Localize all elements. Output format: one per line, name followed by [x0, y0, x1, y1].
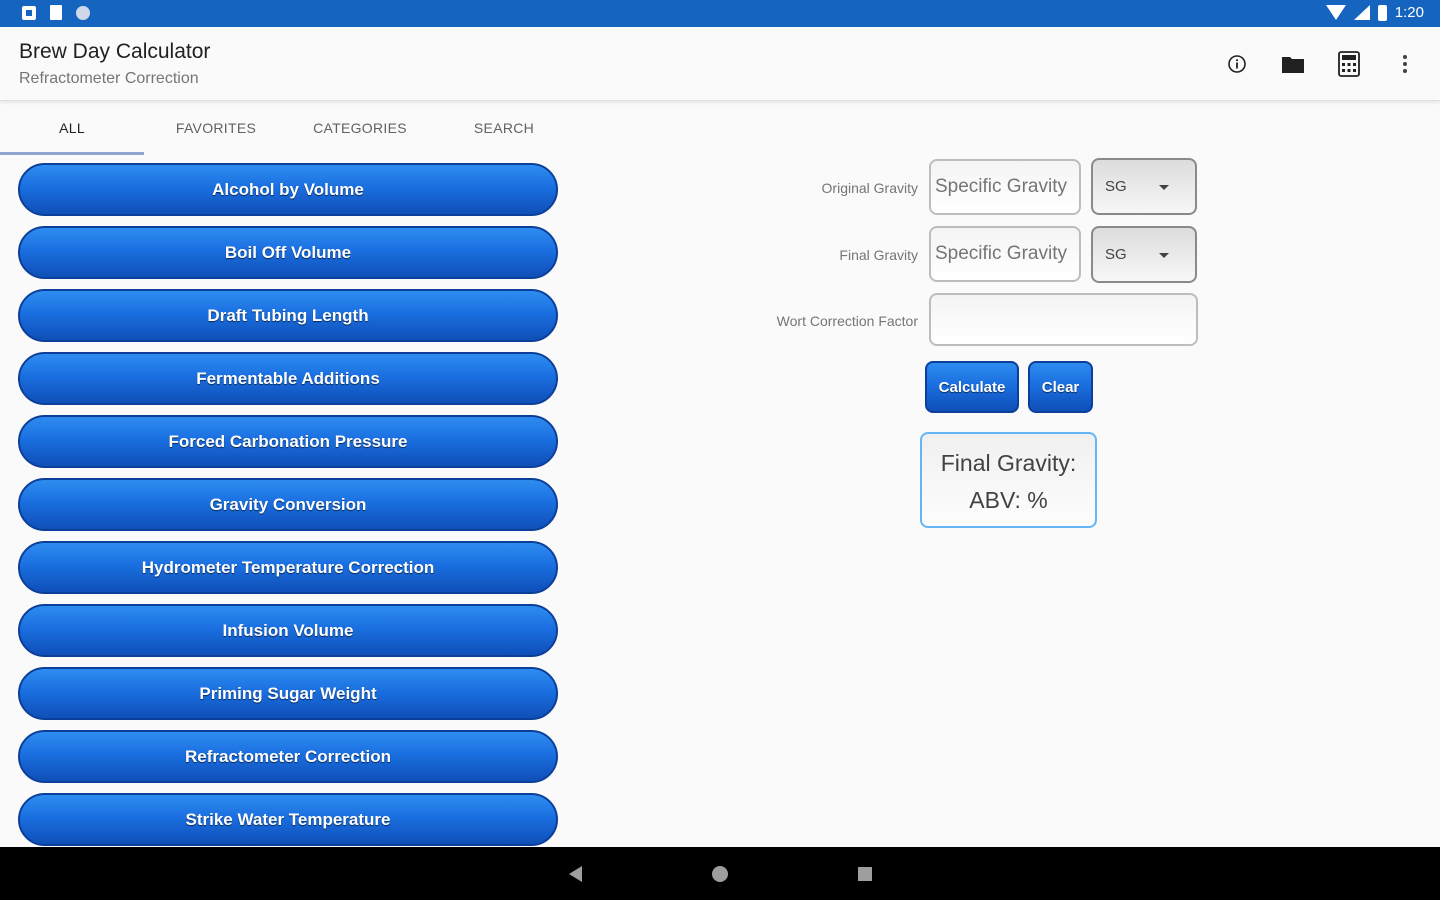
clear-button[interactable]: Clear — [1028, 361, 1093, 413]
wifi-icon — [1325, 5, 1346, 20]
app-bar: Brew Day Calculator Refractometer Correc… — [0, 27, 1440, 101]
app-bar-actions — [1224, 51, 1418, 77]
calc-button-gravity-conversion[interactable]: Gravity Conversion — [18, 478, 558, 531]
system-nav-bar — [0, 847, 1440, 900]
nav-recents-icon[interactable] — [858, 867, 872, 881]
original-gravity-label: Original Gravity — [821, 180, 918, 196]
result-panel: Final Gravity: ABV: % — [920, 432, 1097, 528]
final-gravity-label: Final Gravity — [839, 247, 918, 263]
folder-icon[interactable] — [1280, 51, 1306, 77]
calc-button-priming-sugar-weight[interactable]: Priming Sugar Weight — [18, 667, 558, 720]
calculator-icon[interactable] — [1336, 51, 1362, 77]
calc-button-refractometer-correction[interactable]: Refractometer Correction — [18, 730, 558, 783]
calculate-button[interactable]: Calculate — [925, 361, 1019, 413]
dropdown-caret-icon — [1159, 253, 1169, 258]
app-title: Brew Day Calculator — [19, 40, 211, 63]
calc-button-fermentable-additions[interactable]: Fermentable Additions — [18, 352, 558, 405]
result-abv: ABV: % — [969, 487, 1048, 513]
tab-all[interactable]: ALL — [0, 101, 144, 155]
calc-button-hydrometer-temperature-correction[interactable]: Hydrometer Temperature Correction — [18, 541, 558, 594]
original-gravity-unit-value: SG — [1105, 178, 1127, 195]
notification-doc-icon — [50, 5, 62, 20]
notification-app-icon — [22, 5, 36, 20]
dropdown-caret-icon — [1159, 185, 1169, 190]
tab-search[interactable]: SEARCH — [432, 101, 576, 155]
nav-home-icon[interactable] — [712, 866, 728, 882]
calculator-list[interactable]: Alcohol by Volume Boil Off Volume Draft … — [18, 163, 558, 847]
battery-icon — [1377, 4, 1387, 21]
calc-button-alcohol-by-volume[interactable]: Alcohol by Volume — [18, 163, 558, 216]
more-vert-icon[interactable] — [1392, 51, 1418, 77]
nav-back-icon[interactable] — [569, 866, 582, 882]
wort-correction-label: Wort Correction Factor — [776, 313, 918, 329]
tab-categories[interactable]: CATEGORIES — [288, 101, 432, 155]
notification-sync-icon — [76, 5, 90, 20]
final-gravity-input[interactable] — [929, 226, 1081, 282]
final-gravity-unit-select[interactable]: SG — [1091, 226, 1197, 283]
notification-icons — [22, 5, 90, 20]
system-icons: 1:20 — [1325, 4, 1424, 21]
cell-signal-icon — [1353, 5, 1370, 20]
original-gravity-unit-select[interactable]: SG — [1091, 158, 1197, 215]
result-final-gravity: Final Gravity: — [940, 450, 1077, 476]
wort-correction-input[interactable] — [929, 293, 1198, 346]
calc-button-strike-water-temperature[interactable]: Strike Water Temperature — [18, 793, 558, 846]
status-time: 1:20 — [1394, 4, 1424, 21]
info-icon[interactable] — [1224, 51, 1250, 77]
tab-bar: ALL FAVORITES CATEGORIES SEARCH — [0, 101, 576, 155]
status-bar: 1:20 — [0, 0, 1440, 27]
calc-button-draft-tubing-length[interactable]: Draft Tubing Length — [18, 289, 558, 342]
calc-button-infusion-volume[interactable]: Infusion Volume — [18, 604, 558, 657]
final-gravity-unit-value: SG — [1105, 246, 1127, 263]
calc-button-boil-off-volume[interactable]: Boil Off Volume — [18, 226, 558, 279]
app-subtitle: Refractometer Correction — [19, 70, 199, 87]
calc-button-forced-carbonation-pressure[interactable]: Forced Carbonation Pressure — [18, 415, 558, 468]
tab-favorites[interactable]: FAVORITES — [144, 101, 288, 155]
original-gravity-input[interactable] — [929, 159, 1081, 215]
